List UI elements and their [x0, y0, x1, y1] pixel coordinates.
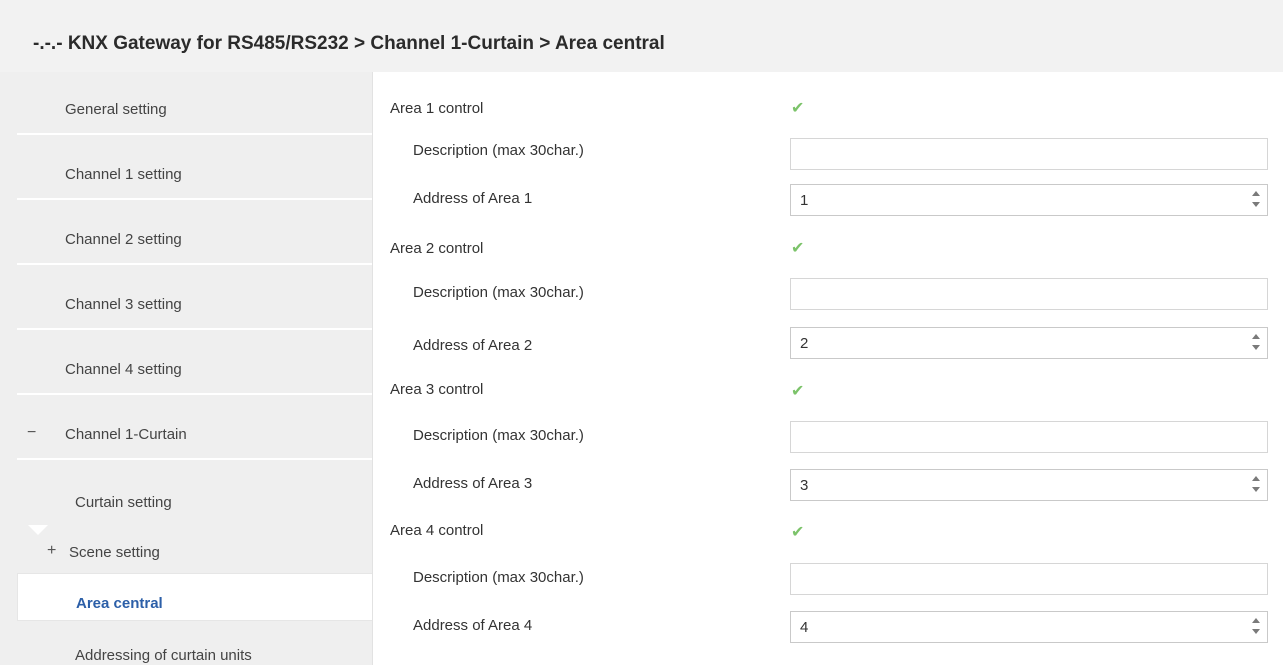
- sidebar-item-label: Addressing of curtain units: [75, 647, 252, 664]
- address-label: Address of Area 1: [413, 190, 533, 207]
- sidebar-item-addressing-of-curtain-units[interactable]: Addressing of curtain units: [17, 624, 372, 665]
- sidebar-item-label: Scene setting: [69, 544, 160, 561]
- checkmark-icon[interactable]: ✔: [791, 383, 809, 401]
- description-label: Description (max 30char.): [413, 284, 584, 301]
- description-input[interactable]: [790, 563, 1268, 595]
- description-input[interactable]: [790, 278, 1268, 310]
- description-label: Description (max 30char.): [413, 142, 584, 159]
- description-label: Description (max 30char.): [413, 427, 584, 444]
- address-label: Address of Area 4: [413, 617, 533, 634]
- address-value: 3: [800, 477, 809, 494]
- sidebar-item-label: Curtain setting: [75, 494, 172, 511]
- address-value: 1: [800, 192, 809, 209]
- spinner-arrows-icon[interactable]: [1251, 190, 1261, 210]
- address-stepper[interactable]: 2: [790, 327, 1268, 359]
- spinner-arrows-icon[interactable]: [1251, 333, 1261, 353]
- description-input[interactable]: [790, 138, 1268, 170]
- breadcrumb: -.-.- KNX Gateway for RS485/RS232 > Chan…: [33, 33, 665, 54]
- sidebar-item-label: Channel 2 setting: [65, 231, 182, 248]
- address-value: 4: [800, 619, 809, 636]
- address-label: Address of Area 3: [413, 475, 533, 492]
- area-control-label: Area 4 control: [390, 522, 484, 539]
- checkmark-icon[interactable]: ✔: [791, 524, 809, 542]
- sidebar-item-channel-2-setting[interactable]: Channel 2 setting: [17, 202, 372, 265]
- sidebar-item-scene-setting[interactable]: + Scene setting: [17, 514, 372, 564]
- spinner-arrows-icon[interactable]: [1251, 617, 1261, 637]
- minus-icon[interactable]: −: [27, 424, 36, 442]
- sidebar-item-area-central[interactable]: Area central: [17, 573, 372, 621]
- address-label: Address of Area 2: [413, 337, 533, 354]
- address-stepper[interactable]: 4: [790, 611, 1268, 643]
- sidebar-item-label: Channel 1-Curtain: [65, 426, 187, 443]
- title-bar: -.-.- KNX Gateway for RS485/RS232 > Chan…: [0, 0, 1283, 72]
- description-label: Description (max 30char.): [413, 569, 584, 586]
- sidebar-item-curtain-setting[interactable]: Curtain setting: [17, 464, 372, 514]
- address-stepper[interactable]: 1: [790, 184, 1268, 216]
- sidebar-item-channel-1-curtain[interactable]: − Channel 1-Curtain: [17, 397, 372, 460]
- spinner-arrows-icon[interactable]: [1251, 475, 1261, 495]
- sidebar-item-channel-1-setting[interactable]: Channel 1 setting: [17, 137, 372, 200]
- checkmark-icon[interactable]: ✔: [791, 240, 809, 258]
- area-control-label: Area 3 control: [390, 381, 484, 398]
- tree-indent-marker: [28, 525, 48, 535]
- address-value: 2: [800, 335, 809, 352]
- sidebar-item-channel-4-setting[interactable]: Channel 4 setting: [17, 332, 372, 395]
- checkmark-icon[interactable]: ✔: [791, 100, 809, 118]
- address-stepper[interactable]: 3: [790, 469, 1268, 501]
- sidebar-item-label: Channel 3 setting: [65, 296, 182, 313]
- sidebar-item-general-setting[interactable]: General setting: [17, 72, 372, 135]
- sidebar-item-label: Area central: [76, 595, 163, 612]
- sidebar-item-label: Channel 4 setting: [65, 361, 182, 378]
- sidebar-item-channel-3-setting[interactable]: Channel 3 setting: [17, 267, 372, 330]
- area-control-label: Area 1 control: [390, 100, 484, 117]
- settings-panel: Area 1 control ✔ Description (max 30char…: [373, 72, 1283, 665]
- sidebar-item-label: General setting: [65, 101, 167, 118]
- sidebar: General setting Channel 1 setting Channe…: [0, 72, 373, 665]
- plus-icon[interactable]: +: [47, 542, 56, 560]
- area-control-label: Area 2 control: [390, 240, 484, 257]
- sidebar-item-label: Channel 1 setting: [65, 166, 182, 183]
- description-input[interactable]: [790, 421, 1268, 453]
